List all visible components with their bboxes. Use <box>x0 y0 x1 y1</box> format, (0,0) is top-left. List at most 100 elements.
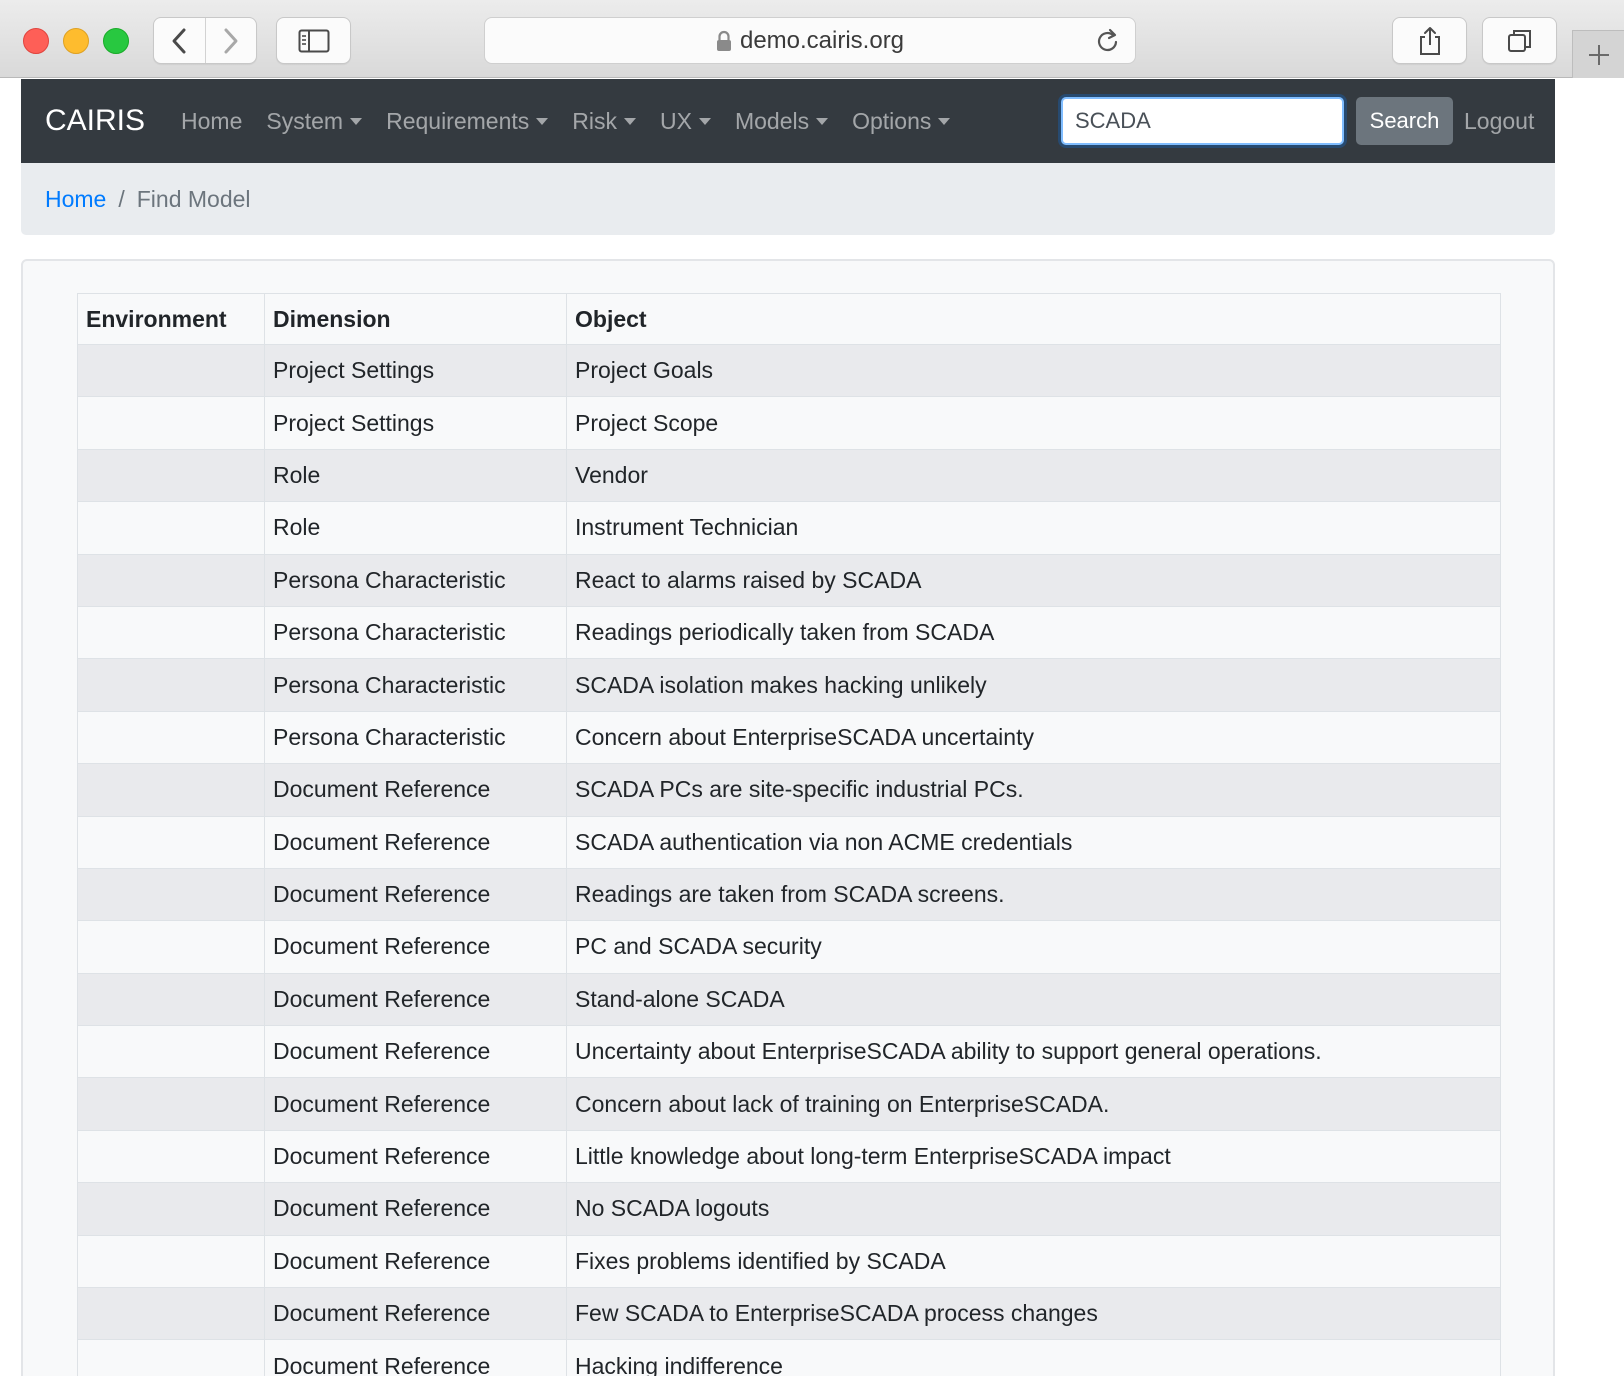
table-row[interactable]: Document Reference Concern about lack of … <box>77 1077 1501 1131</box>
address-bar[interactable]: demo.cairis.org <box>484 17 1136 64</box>
breadcrumb-separator: / <box>118 185 125 212</box>
cell-dimension: Document Reference <box>264 1182 567 1236</box>
cell-dimension: Persona Characteristic <box>264 710 567 765</box>
table-row[interactable]: Persona Characteristic Readings periodica… <box>77 605 1501 660</box>
table-row[interactable]: Role Instrument Technician <box>77 501 1501 555</box>
cell-environment <box>77 710 265 765</box>
cell-dimension: Document Reference <box>264 920 567 974</box>
logout-link[interactable]: Logout <box>1464 79 1534 163</box>
cell-dimension: Document Reference <box>264 1025 567 1079</box>
chevron-right-icon <box>224 28 238 53</box>
share-button[interactable] <box>1392 17 1467 64</box>
cell-environment <box>77 972 265 1027</box>
table-row[interactable]: Document Reference Fixes problems identif… <box>77 1234 1501 1289</box>
cell-object: Little knowledge about long-term Enterpr… <box>566 1129 1501 1184</box>
cell-object: Few SCADA to EnterpriseSCADA process cha… <box>566 1287 1501 1341</box>
cell-object: Readings are taken from SCADA screens. <box>566 867 1501 922</box>
table-row[interactable]: Document Reference Few SCADA to Enterpris… <box>77 1287 1501 1341</box>
back-button[interactable] <box>154 18 205 63</box>
reload-button[interactable] <box>1095 27 1121 60</box>
cell-object: React to alarms raised by SCADA <box>566 553 1501 607</box>
cell-dimension: Persona Characteristic <box>264 553 567 607</box>
nav-home[interactable]: Home <box>181 108 242 135</box>
header-environment[interactable]: Environment <box>77 293 265 345</box>
table-row[interactable]: Persona Characteristic SCADA isolation ma… <box>77 658 1501 712</box>
cell-environment <box>77 658 265 712</box>
forward-button[interactable] <box>204 18 256 63</box>
table-row[interactable]: Document Reference Readings are taken fro… <box>77 867 1501 922</box>
table-row[interactable]: Persona Characteristic Concern about Ente… <box>77 710 1501 765</box>
cell-environment <box>77 763 265 817</box>
sidebar-toggle-button[interactable] <box>276 17 351 64</box>
cell-dimension: Document Reference <box>264 1287 567 1341</box>
breadcrumb-home-link[interactable]: Home <box>45 186 106 213</box>
nav-risk-dropdown[interactable]: Risk <box>572 108 636 135</box>
cell-environment <box>77 1287 265 1341</box>
nav-ux-dropdown[interactable]: UX <box>660 108 711 135</box>
search-input[interactable] <box>1061 97 1344 145</box>
cell-dimension: Document Reference <box>264 867 567 922</box>
table-row[interactable]: Project Settings Project Goals <box>77 343 1501 398</box>
cell-environment <box>77 1234 265 1289</box>
cell-environment <box>77 867 265 922</box>
cell-environment <box>77 920 265 974</box>
caret-down-icon <box>938 117 951 125</box>
nav-system-dropdown[interactable]: System <box>266 107 363 135</box>
cell-object: No SCADA logouts <box>566 1182 1501 1236</box>
cell-dimension: Document Reference <box>264 1339 567 1376</box>
table-row[interactable]: Document Reference SCADA PCs are site-spe… <box>77 763 1501 817</box>
brand-logo[interactable]: CAIRIS <box>45 104 145 138</box>
cell-object: SCADA authentication via non ACME creden… <box>566 815 1501 869</box>
nav-system-label: System <box>266 107 344 134</box>
table-row[interactable]: Document Reference No SCADA logouts <box>77 1182 1501 1236</box>
cell-environment <box>77 1129 265 1184</box>
breadcrumb-current: Find Model <box>136 185 251 212</box>
minimize-window-button[interactable] <box>63 28 89 54</box>
table-row[interactable]: Document Reference Hacking indifference <box>77 1339 1501 1376</box>
cell-environment <box>77 553 265 607</box>
table-row[interactable]: Document Reference Uncertainty about Ente… <box>77 1025 1501 1079</box>
browser-toolbar: demo.cairis.org <box>0 0 1624 78</box>
table-row[interactable]: Document Reference Stand-alone SCADA <box>77 972 1501 1027</box>
nav-options-label: Options <box>852 107 932 134</box>
table-row[interactable]: Project Settings Project Scope <box>77 396 1501 450</box>
new-tab-button[interactable] <box>1572 30 1624 78</box>
cell-object: SCADA isolation makes hacking unlikely <box>566 658 1501 712</box>
cell-dimension: Document Reference <box>264 763 567 817</box>
caret-down-icon <box>624 117 636 125</box>
nav-requirements-dropdown[interactable]: Requirements <box>386 107 549 135</box>
table-header-row: Environment Dimension Object <box>77 293 1501 345</box>
cell-environment <box>77 1025 265 1079</box>
search-button[interactable]: Search <box>1356 97 1453 145</box>
caret-down-icon <box>816 117 829 125</box>
tab-overview-button[interactable] <box>1482 17 1557 64</box>
table-row[interactable]: Document Reference SCADA authentication v… <box>77 815 1501 869</box>
nav-models-dropdown[interactable]: Models <box>735 108 829 135</box>
nav-requirements-label: Requirements <box>386 107 530 134</box>
table-row[interactable]: Persona Characteristic React to alarms ra… <box>77 553 1501 607</box>
cell-dimension: Role <box>264 448 567 503</box>
header-dimension[interactable]: Dimension <box>264 293 567 345</box>
cell-object: Concern about lack of training on Enterp… <box>566 1077 1501 1131</box>
table-row[interactable]: Document Reference Little knowledge about… <box>77 1129 1501 1184</box>
cell-environment <box>77 815 265 869</box>
cell-object: Instrument Technician <box>566 501 1501 555</box>
nav-options-dropdown[interactable]: Options <box>852 107 951 135</box>
share-icon <box>1419 26 1440 55</box>
table-row[interactable]: Role Vendor <box>77 448 1501 503</box>
close-window-button[interactable] <box>23 28 49 54</box>
cell-dimension: Project Settings <box>264 343 567 398</box>
nav-home-label: Home <box>181 107 243 134</box>
url-text: demo.cairis.org <box>739 26 905 54</box>
zoom-window-button[interactable] <box>103 28 129 54</box>
cell-environment <box>77 1339 265 1376</box>
table-row[interactable]: Document Reference PC and SCADA security <box>77 920 1501 974</box>
cell-object: SCADA PCs are site-specific industrial P… <box>566 763 1501 817</box>
results-table: Environment Dimension Object Project Set… <box>77 293 1501 1376</box>
caret-down-icon <box>350 117 363 125</box>
caret-down-icon <box>536 117 549 125</box>
header-object[interactable]: Object <box>566 293 1501 345</box>
cell-dimension: Persona Characteristic <box>264 605 567 660</box>
chevron-left-icon <box>172 28 186 53</box>
cell-environment <box>77 1077 265 1131</box>
